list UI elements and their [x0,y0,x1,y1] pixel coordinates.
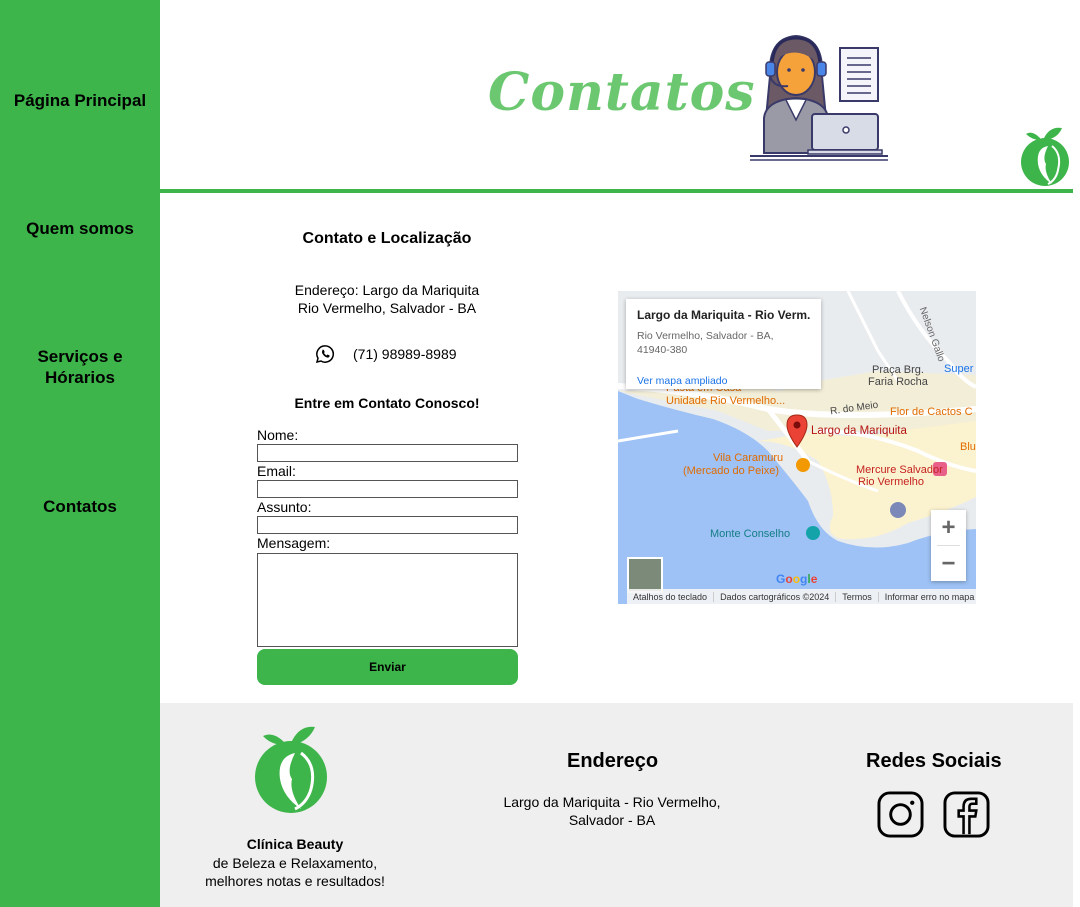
contact-phone: (71) 98989-8989 [315,344,457,364]
zoom-out-button[interactable]: − [931,546,966,581]
facebook-icon[interactable] [943,791,990,838]
instagram-icon[interactable] [877,791,924,838]
name-field[interactable] [257,444,518,462]
footer-address: Largo da Mariquita - Rio Vermelho, Salva… [497,793,727,829]
email-field[interactable] [257,480,518,498]
sidebar: Página Principal Quem somos Serviços e H… [0,0,160,907]
map-label-super: Super [944,363,974,375]
header-divider [160,189,1073,193]
map-card-title: Largo da Mariquita - Rio Verm... [637,308,810,322]
map-label-mercure2: Rio Vermelho [858,476,925,488]
map-label-pasta2: Unidade Rio Vermelho... [666,395,786,407]
message-label: Mensagem: [257,535,331,551]
map-label-vila1: Vila Caramuru [713,452,784,464]
map-label-flor: Flor de Cactos C [890,406,973,418]
footer-clinic-desc-line2: melhores notas e resultados! [205,873,385,889]
map-card-address-line1: Rio Vermelho, Salvador - BA, [637,330,774,342]
map-place-card: Largo da Mariquita - Rio Verm... Rio Ver… [626,299,821,389]
map-embed[interactable]: Largo da Mariquita Vila Caramuru (Mercad… [618,291,976,604]
footer-clinic-name: Clínica Beauty [246,836,344,852]
email-label: Email: [257,463,296,479]
footer-clinic-desc-line1: de Beleza e Relaxamento, [212,855,378,871]
contact-address-line1: Endereço: Largo da Mariquita [294,282,480,298]
footer-clinic-logo-icon [255,726,327,813]
whatsapp-icon [315,345,334,364]
map-label-blu: Blu [960,441,976,453]
map-enlarge-link[interactable]: Ver mapa ampliado [637,375,727,387]
map-label-mercure1: Mercure Salvador [856,464,943,476]
map-label-praca1: Praça Brg. [872,364,924,376]
page-title: Contatos [488,62,756,123]
map-label-praca2: Faria Rocha [868,376,928,388]
zoom-in-button[interactable]: + [931,510,966,545]
map-label-pin: Largo da Mariquita [811,425,907,437]
contact-address: Endereço: Largo da Mariquita Rio Vermelh… [257,281,517,317]
map-label-vila2: (Mercado do Peixe) [683,465,779,477]
subject-field[interactable] [257,516,518,534]
sidebar-item-contatos[interactable]: Contatos [0,496,160,517]
map-keyboard-shortcuts[interactable]: Atalhos do teclado [627,591,715,602]
footer-clinic-description: de Beleza e Relaxamento, melhores notas … [195,854,395,890]
footer-address-title: Endereço [567,750,659,772]
sidebar-item-quem-somos[interactable]: Quem somos [0,218,160,239]
name-label: Nome: [257,427,299,443]
footer-social-title: Redes Sociais [866,750,1002,772]
map-report-error-link[interactable]: Informar erro no mapa [879,592,976,602]
google-logo: Google [776,572,818,586]
map-zoom-controls: + − [931,510,966,581]
subject-label: Assunto: [257,499,312,515]
page-edge [1073,0,1080,907]
sidebar-item-pagina-principal[interactable]: Página Principal [0,90,160,111]
map-footer: Atalhos do teclado Dados cartográficos ©… [627,589,976,604]
map-satellite-toggle[interactable] [627,557,663,593]
form-title: Entre em Contato Conosco! [294,395,480,411]
map-card-address: Rio Vermelho, Salvador - BA, 41940-380 [637,329,787,357]
map-label-monte: Monte Conselho [710,528,791,540]
map-card-address-line2: 41940-380 [637,344,688,356]
contact-section-title: Contato e Localização [302,230,472,247]
phone-number: (71) 98989-8989 [353,346,457,362]
contact-address-line2: Rio Vermelho, Salvador - BA [297,300,477,316]
call-center-agent-icon [750,34,888,161]
footer-address-line2: Salvador - BA [568,812,656,828]
message-field[interactable] [257,553,518,647]
map-data-credit: Dados cartográficos ©2024 [714,591,837,602]
footer-address-line1: Largo da Mariquita - Rio Vermelho, [503,794,721,810]
sidebar-item-servicos-horarios[interactable]: Serviços e Hórarios [25,346,135,388]
clinic-logo-icon [1021,127,1069,186]
send-button[interactable]: Enviar [257,649,518,685]
map-terms-link[interactable]: Termos [836,591,879,602]
